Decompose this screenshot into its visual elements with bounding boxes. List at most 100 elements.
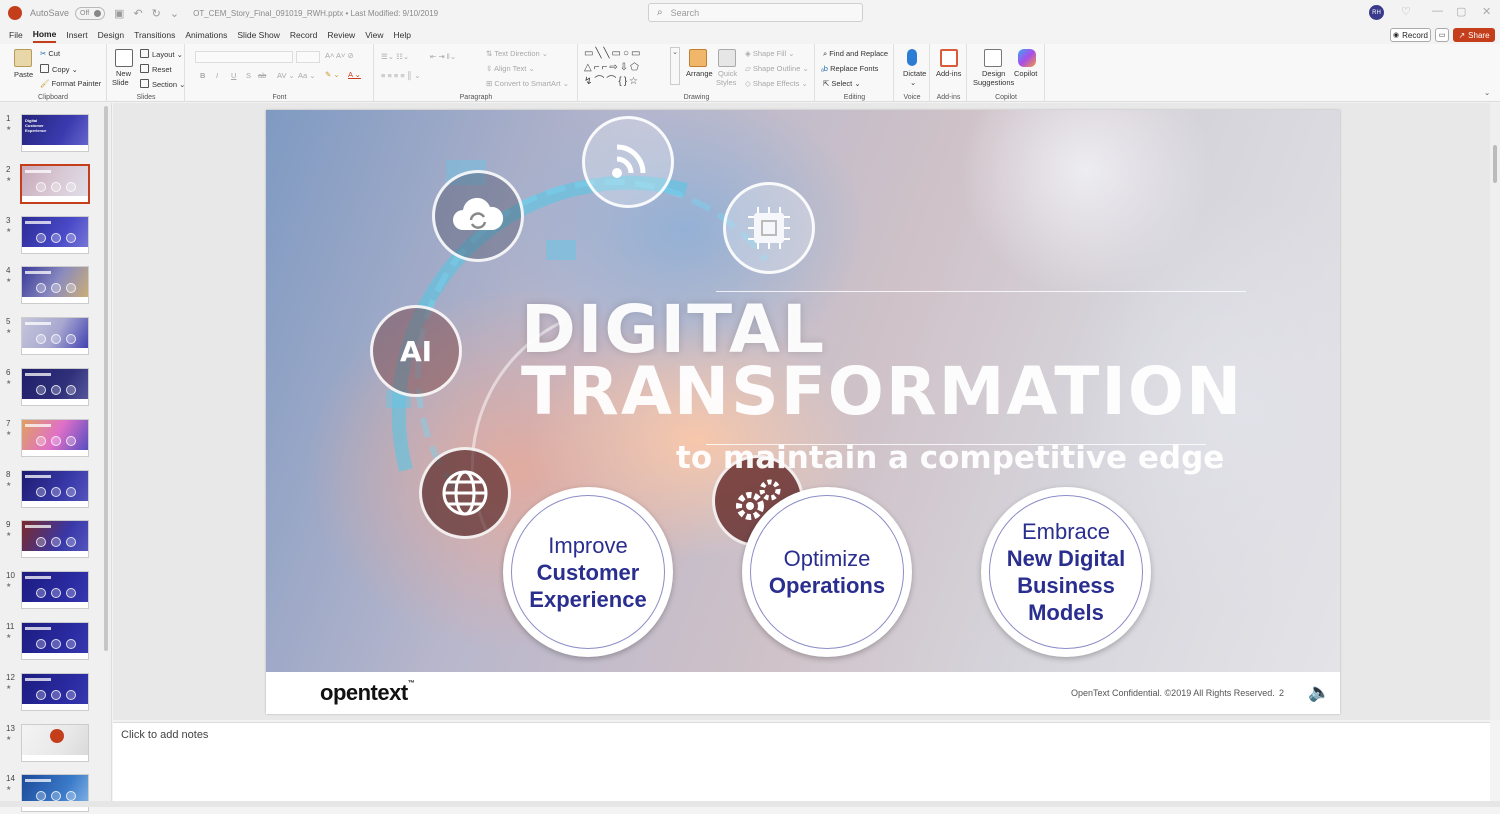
font-size-controls[interactable]: A˄ A˅ ⊘ [325,51,354,60]
strikethrough-button[interactable]: ab [258,71,266,80]
change-case-button[interactable]: Aa ⌄ [298,71,316,80]
menu-design[interactable]: Design [98,28,124,42]
shapes-gallery[interactable]: ▭╲╲▭○▭ △⌐⌐⇨⇩⬠ ↯⌒⌒{}☆ [584,47,670,87]
slide-thumbnail[interactable] [21,469,89,508]
audio-speaker-icon[interactable]: 🔈 [1308,682,1330,703]
menu-slide-show[interactable]: Slide Show [237,28,280,42]
slide-thumbnail[interactable] [21,571,89,610]
font-size-box[interactable] [296,51,320,63]
addins-icon[interactable] [940,49,958,67]
slide-thumbnail[interactable]: Digital Customer Experience [21,114,89,152]
arrange-button[interactable]: Arrange [686,69,713,78]
close-icon[interactable]: ✕ [1482,5,1491,18]
microphone-icon[interactable] [907,49,917,66]
save-icon[interactable]: ▣ [114,7,124,20]
dictate-dropdown[interactable]: ⌄ [910,78,916,87]
thumbnail-row[interactable]: 3 ★ [0,215,112,256]
shape-fill-button[interactable]: ◈ Shape Fill ⌄ [745,49,795,58]
highlight-icon[interactable]: ✎ ⌄ [325,70,340,79]
redo-icon[interactable]: ↻ [152,7,161,20]
notes-pane[interactable]: Click to add notes [113,722,1490,807]
text-direction-button[interactable]: ⇅ Text Direction ⌄ [486,49,548,58]
arrange-icon[interactable] [689,49,707,67]
thumbnail-row[interactable]: 14 ★ [0,774,112,814]
maximize-icon[interactable]: ▢ [1456,5,1466,18]
font-name-box[interactable] [195,51,293,63]
indent-icons[interactable]: ⇤ ⇥ ‖⌄ [430,52,456,61]
new-slide-icon[interactable] [115,49,133,67]
shape-outline-button[interactable]: ▱ Shape Outline ⌄ [745,64,809,73]
scrollbar-thumb[interactable] [1493,145,1497,183]
addins-button[interactable]: Add-ins [936,69,961,78]
cut-button[interactable]: ✂ Cut [40,49,60,58]
find-replace-button[interactable]: ⌕ Find and Replace [823,49,888,59]
italic-button[interactable]: I [216,71,218,80]
menu-insert[interactable]: Insert [66,28,87,42]
thumbnail-row[interactable]: 11 ★ [0,622,112,662]
paste-button[interactable]: Paste [14,70,33,79]
collapse-ribbon-icon[interactable]: ⌄ [1484,88,1490,97]
minimize-icon[interactable]: — [1432,5,1443,17]
autosave-toggle[interactable]: Off [75,6,106,20]
slide-thumbnail[interactable] [21,317,89,356]
slide[interactable]: AI DIGITAL TRANSFORMATION to maintain a … [266,110,1340,714]
thumbnail-row[interactable]: 4 ★ [0,266,112,306]
copilot-button[interactable]: Copilot [1014,69,1037,78]
search-box[interactable]: ⌕ Search [648,3,863,22]
copilot-icon[interactable] [1018,49,1036,67]
thumbnail-row[interactable]: 1 ★ Digital Customer Experience [0,114,112,154]
slide-thumbnail[interactable] [21,368,89,406]
lightbulb-icon[interactable]: ♡ [1401,5,1411,18]
thumbnail-row[interactable]: 13 ★ [0,723,112,764]
thumbnail-row[interactable]: 5 ★ [0,317,112,357]
thumbnail-row[interactable]: 7 ★ [0,418,112,459]
menu-view[interactable]: View [365,28,383,42]
slide-thumbnail[interactable] [21,266,89,305]
thumbnail-row[interactable]: 2 ★ [0,163,112,205]
design-suggestions-line1[interactable]: Design [982,69,1005,78]
user-avatar[interactable]: RH [1369,5,1384,20]
comments-button[interactable]: ▭ [1435,28,1449,42]
slide-thumbnail[interactable] [21,520,89,559]
quick-styles-icon[interactable] [718,49,736,67]
quick-styles-line2[interactable]: Styles [716,78,736,87]
spacing-button[interactable]: AV ⌄ [277,71,295,80]
share-button[interactable]: ↗ Share [1453,28,1495,42]
font-color-icon[interactable]: A ⌄ [348,70,361,79]
menu-animations[interactable]: Animations [185,28,227,42]
replace-fonts-button[interactable]: ₐb Replace Fonts [821,64,878,73]
menu-home[interactable]: Home [32,27,57,43]
shadow-button[interactable]: S [246,71,251,80]
slide-vertical-scrollbar[interactable] [1490,103,1500,720]
record-button[interactable]: ◉ Record [1390,28,1431,42]
layout-button[interactable]: Layout ⌄ [140,49,183,59]
align-text-button[interactable]: ⇳ Align Text ⌄ [486,64,535,73]
align-icons[interactable]: ≡ ≡ ≡ ≡ ║ ⌄ [381,71,421,80]
design-suggestions-line2[interactable]: Suggestions [973,78,1014,87]
format-painter-button[interactable]: 🖌 Format Painter [40,79,101,88]
menu-transitions[interactable]: Transitions [134,28,175,42]
dictate-button[interactable]: Dictate [903,69,926,78]
slide-thumbnail[interactable] [20,163,90,204]
thumbnail-row[interactable]: 12 ★ [0,672,112,713]
new-slide-line1[interactable]: New [116,69,131,78]
thumbnail-row[interactable]: 9 ★ [0,520,112,560]
paste-icon[interactable] [14,49,32,67]
customize-toolbar-icon[interactable]: ⌄ [170,7,179,20]
select-button[interactable]: ⇱ Select ⌄ [823,79,861,88]
shape-effects-button[interactable]: ◇ Shape Effects ⌄ [745,79,808,88]
bullets-icon[interactable]: ☰⌄ ☷⌄ [381,52,409,61]
slide-thumbnail[interactable] [21,215,89,254]
menu-record[interactable]: Record [290,28,317,42]
bold-button[interactable]: B [200,71,205,80]
slide-thumbnail[interactable] [21,723,89,762]
menu-review[interactable]: Review [327,28,355,42]
undo-icon[interactable]: ↶ [133,7,142,20]
quick-styles-line1[interactable]: Quick [718,69,737,78]
slide-thumbnail[interactable] [21,622,89,660]
thumbnail-row[interactable]: 10 ★ [0,571,112,611]
menu-help[interactable]: Help [393,28,410,42]
thumbnail-scrollbar[interactable] [104,106,108,651]
section-button[interactable]: Section ⌄ [140,79,185,89]
slide-thumbnail[interactable] [21,418,89,457]
